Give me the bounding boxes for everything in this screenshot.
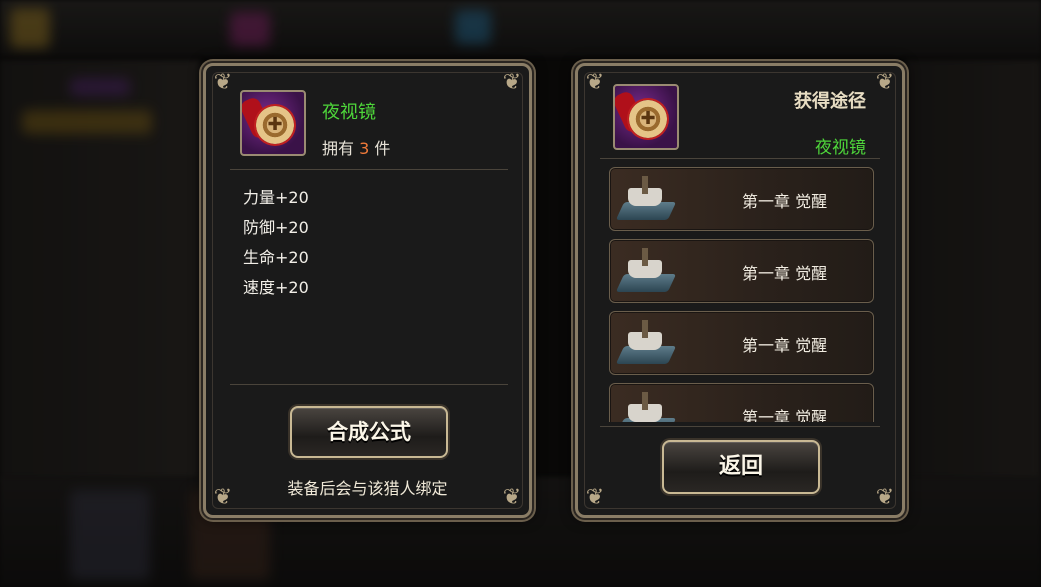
route-label: 第一章 觉醒 (742, 264, 828, 283)
divider (230, 384, 508, 385)
route-item[interactable]: 第一章 觉醒 (609, 383, 874, 422)
route-item[interactable]: 第一章 觉醒 (609, 167, 874, 231)
corner-ornament: ❦ (875, 70, 895, 95)
night-vision-goggles-icon[interactable] (613, 84, 679, 150)
divider (600, 158, 880, 159)
owned-count: 3 (359, 139, 370, 158)
acquisition-panel: ❦ ❦ ❦ ❦ 获得途径 夜视镜 第一章 觉醒 第一章 觉醒 第一章 觉醒 第一… (575, 63, 905, 518)
corner-ornament: ❦ (502, 70, 522, 95)
stat-speed: 速度+20 (243, 278, 309, 297)
corner-ornament: ❦ (213, 70, 233, 95)
route-list[interactable]: 第一章 觉醒 第一章 觉醒 第一章 觉醒 第一章 觉醒 (578, 164, 908, 422)
stat-strength: 力量+20 (243, 188, 309, 207)
corner-ornament: ❦ (585, 70, 605, 95)
owned-count-text: 拥有 3 件 (322, 135, 390, 159)
bind-note: 装备后会与该猎人绑定 (287, 479, 448, 498)
route-label: 第一章 觉醒 (742, 336, 828, 355)
item-info-panel: ❦ ❦ ❦ ❦ 夜视镜 拥有 3 件 力量+20 防御+20 生命+20 速度+… (203, 63, 532, 518)
item-name: 夜视镜 (322, 102, 376, 123)
back-button[interactable]: 返回 (662, 440, 820, 494)
owned-suffix: 件 (374, 139, 391, 158)
stat-health: 生命+20 (243, 248, 309, 267)
corner-ornament: ❦ (585, 485, 605, 510)
item-name: 夜视镜 (815, 138, 866, 158)
route-label: 第一章 觉醒 (742, 192, 828, 211)
corner-ornament: ❦ (875, 485, 895, 510)
owned-prefix: 拥有 (322, 139, 355, 158)
ship-icon (615, 318, 677, 368)
route-item[interactable]: 第一章 觉醒 (609, 239, 874, 303)
ship-icon (615, 174, 677, 224)
ship-icon (615, 246, 677, 296)
night-vision-goggles-icon[interactable] (240, 90, 306, 156)
stat-defense: 防御+20 (243, 218, 309, 237)
acquisition-title: 获得途径 (794, 91, 866, 112)
compose-formula-button[interactable]: 合成公式 (290, 406, 448, 458)
divider (600, 426, 880, 427)
route-item[interactable]: 第一章 觉醒 (609, 311, 874, 375)
divider (230, 169, 508, 170)
route-label: 第一章 觉醒 (742, 408, 828, 422)
ship-icon (615, 390, 677, 422)
